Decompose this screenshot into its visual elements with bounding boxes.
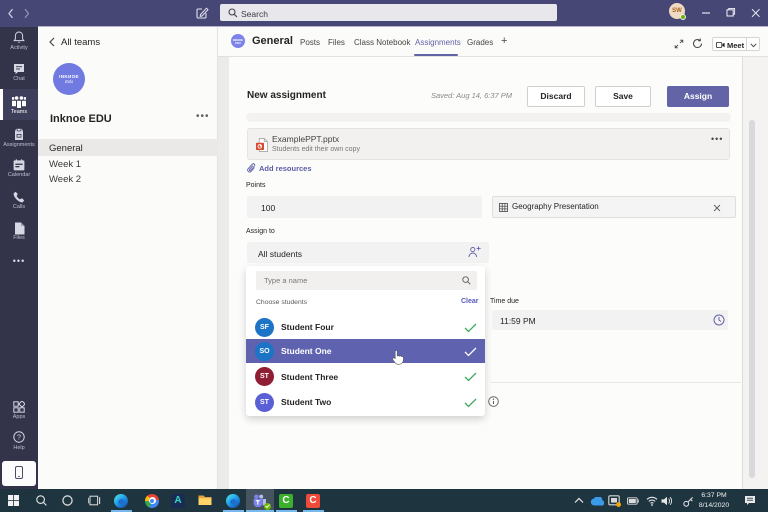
svg-text:?: ? (17, 433, 21, 442)
